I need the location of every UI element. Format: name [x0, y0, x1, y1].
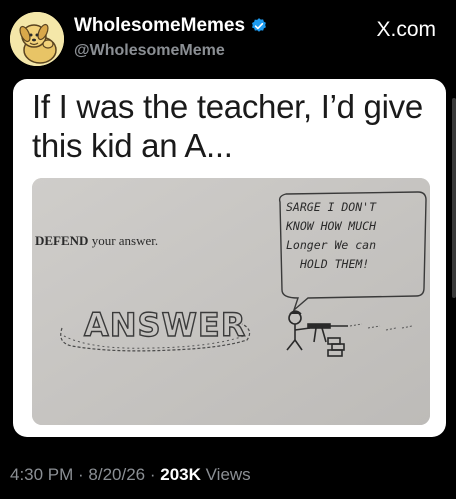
post-meta: 4:30 PM · 8/20/26 · 203K Views [10, 465, 251, 485]
post-image[interactable]: ANSWER DEFEND your answer. SARGE I DON'T… [32, 178, 430, 425]
bubble-line-2: KNOW HOW MUCH [286, 219, 377, 233]
dog-avatar-icon[interactable] [10, 12, 64, 66]
bubble-line-3: Longer We can [286, 238, 377, 252]
question-rest: your answer. [88, 233, 159, 248]
post-time[interactable]: 4:30 PM [10, 465, 73, 484]
post-date[interactable]: 8/20/26 [88, 465, 145, 484]
scrollbar[interactable] [452, 98, 456, 298]
display-name-row[interactable]: WholesomeMemes [74, 15, 268, 37]
display-name[interactable]: WholesomeMemes [74, 15, 245, 37]
post-card: If I was the teacher, I’d give this kid … [13, 79, 446, 437]
separator: · [145, 465, 161, 484]
post-caption: If I was the teacher, I’d give this kid … [32, 88, 423, 164]
speech-bubble-text: SARGE I DON'T KNOW HOW MUCH Longer We ca… [286, 198, 424, 274]
views-count: 203K [160, 465, 201, 484]
post-header: WholesomeMemes @WholesomeMeme X.com [0, 0, 456, 70]
drawn-word: ANSWER [84, 306, 246, 344]
separator: · [73, 465, 89, 484]
question-text: DEFEND your answer. [35, 233, 158, 249]
verified-badge-icon [250, 17, 268, 35]
bubble-line-4: HOLD THEM! [300, 257, 370, 271]
question-bold: DEFEND [35, 233, 89, 248]
user-handle[interactable]: @WholesomeMeme [74, 42, 225, 60]
views-label: Views [200, 465, 251, 484]
bubble-line-1: SARGE I DON'T [286, 200, 377, 214]
site-label: X.com [376, 18, 436, 41]
